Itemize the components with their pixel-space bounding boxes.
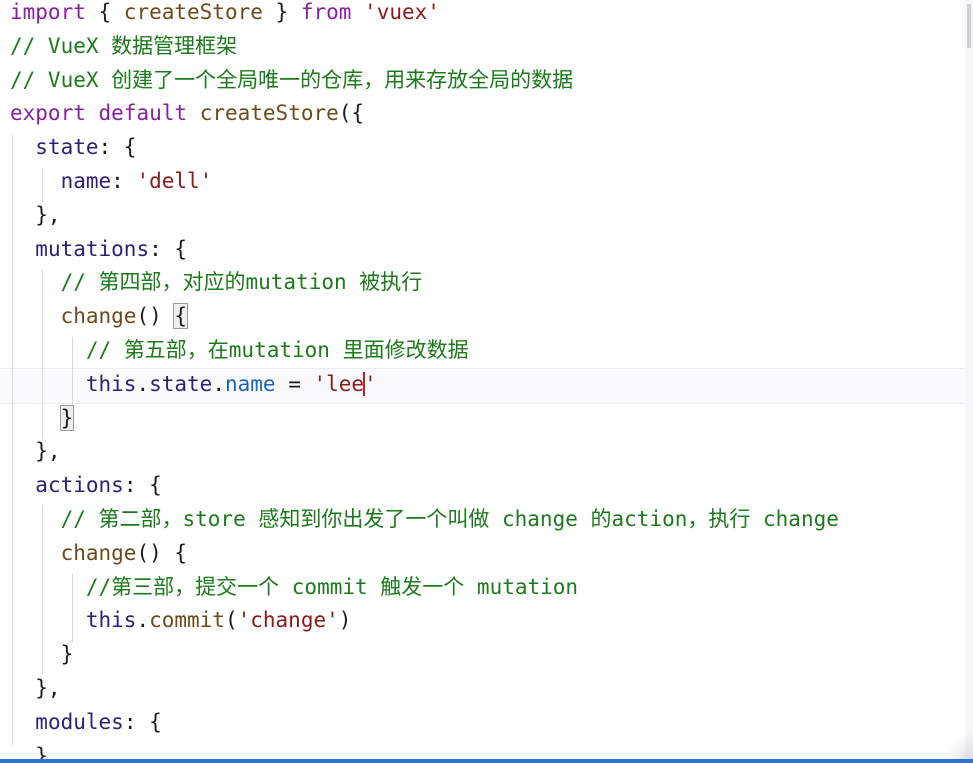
code-token: this bbox=[85, 371, 137, 396]
code-token: }, bbox=[10, 675, 61, 700]
code-token: default bbox=[98, 101, 188, 126]
code-token: name bbox=[60, 168, 112, 193]
code-token: }, bbox=[10, 439, 61, 464]
code-line[interactable]: // VueX 创建了一个全局唯一的仓库，用来存放全局的数据 bbox=[10, 68, 970, 102]
code-token: { bbox=[85, 0, 124, 24]
code-token: mutations bbox=[35, 236, 150, 261]
vertical-scrollbar[interactable] bbox=[965, 0, 973, 763]
code-token: ' bbox=[364, 371, 377, 396]
code-line[interactable]: } bbox=[10, 404, 970, 440]
code-token: export bbox=[10, 101, 86, 126]
code-token: change bbox=[60, 304, 137, 329]
code-token: . bbox=[212, 371, 225, 396]
code-line[interactable]: import { createStore } from 'vuex' bbox=[10, 0, 970, 34]
code-token: createStore bbox=[199, 101, 339, 126]
code-token: () { bbox=[136, 540, 188, 565]
code-line[interactable]: }, bbox=[10, 203, 970, 237]
code-line[interactable]: // 第五部，在mutation 里面修改数据 bbox=[10, 338, 970, 372]
code-token: } bbox=[262, 0, 301, 24]
code-token: change bbox=[60, 540, 137, 565]
code-token: // 第二部，store 感知到你出发了一个叫做 change 的action，… bbox=[60, 506, 839, 531]
code-line[interactable]: }, bbox=[10, 439, 970, 473]
code-line[interactable]: change() { bbox=[10, 541, 970, 575]
code-token: . bbox=[136, 608, 150, 633]
code-line[interactable]: }, bbox=[10, 676, 970, 710]
corner-shadow bbox=[943, 735, 973, 759]
code-token: : { bbox=[123, 473, 162, 498]
scroll-thumb[interactable] bbox=[967, 4, 971, 48]
code-line[interactable]: this.commit('change') bbox=[10, 608, 970, 642]
code-token: //第三部，提交一个 commit 触发一个 mutation bbox=[85, 574, 579, 599]
code-token: } bbox=[10, 642, 74, 667]
code-line[interactable]: //第三部，提交一个 commit 触发一个 mutation bbox=[10, 575, 970, 609]
code-line[interactable]: this.state.name = 'lee' bbox=[10, 371, 970, 406]
status-bar-edge bbox=[0, 759, 973, 763]
code-token: // 第五部，在mutation 里面修改数据 bbox=[85, 337, 469, 362]
code-token: : { bbox=[98, 135, 137, 160]
code-token: from bbox=[300, 0, 352, 24]
code-token: modules bbox=[35, 709, 124, 734]
code-line[interactable]: state: { bbox=[10, 135, 970, 169]
code-line[interactable]: name: 'dell' bbox=[10, 169, 970, 203]
code-token: }, bbox=[10, 202, 61, 227]
matched-bracket: } bbox=[59, 404, 75, 431]
code-token: // VueX 创建了一个全局唯一的仓库，用来存放全局的数据 bbox=[10, 67, 574, 92]
code-token: : { bbox=[149, 236, 188, 261]
code-token: . bbox=[136, 371, 150, 396]
code-token: = bbox=[275, 371, 314, 396]
code-token: import bbox=[10, 0, 86, 24]
code-line[interactable]: // VueX 数据管理框架 bbox=[10, 34, 970, 68]
code-line[interactable]: actions: { bbox=[10, 473, 970, 507]
code-line[interactable]: // 第二部，store 感知到你出发了一个叫做 change 的action，… bbox=[10, 507, 970, 541]
code-area[interactable]: import { createStore } from 'vuex'// Vue… bbox=[10, 0, 970, 763]
code-token: ( bbox=[224, 608, 238, 633]
code-token: () bbox=[136, 304, 175, 329]
code-token: : bbox=[111, 168, 137, 193]
code-token: name bbox=[224, 371, 276, 396]
code-token: ({ bbox=[338, 101, 365, 126]
code-token: this bbox=[85, 608, 137, 633]
code-token: commit bbox=[149, 608, 225, 633]
code-line[interactable]: modules: { bbox=[10, 710, 970, 744]
code-line[interactable]: export default createStore({ bbox=[10, 101, 970, 135]
code-token: state bbox=[35, 135, 99, 160]
code-line[interactable]: mutations: { bbox=[10, 237, 970, 271]
code-token: 'dell' bbox=[136, 168, 213, 193]
matched-bracket: { bbox=[173, 303, 189, 330]
code-token: actions bbox=[35, 473, 124, 498]
code-token: 'vuex' bbox=[364, 0, 440, 24]
code-token: // 第四部，对应的mutation 被执行 bbox=[60, 270, 423, 295]
code-line[interactable]: } bbox=[10, 642, 970, 676]
code-line[interactable]: // 第四部，对应的mutation 被执行 bbox=[10, 270, 970, 304]
code-token: createStore bbox=[123, 0, 263, 24]
code-token: state bbox=[149, 371, 213, 396]
code-line[interactable]: change() { bbox=[10, 303, 970, 338]
code-token: ) bbox=[338, 608, 352, 633]
code-token: // VueX 数据管理框架 bbox=[10, 33, 238, 58]
code-editor[interactable]: import { createStore } from 'vuex'// Vue… bbox=[0, 0, 973, 763]
code-token: : { bbox=[123, 709, 162, 734]
code-token: 'change' bbox=[237, 608, 339, 633]
code-token: 'lee bbox=[313, 371, 365, 396]
